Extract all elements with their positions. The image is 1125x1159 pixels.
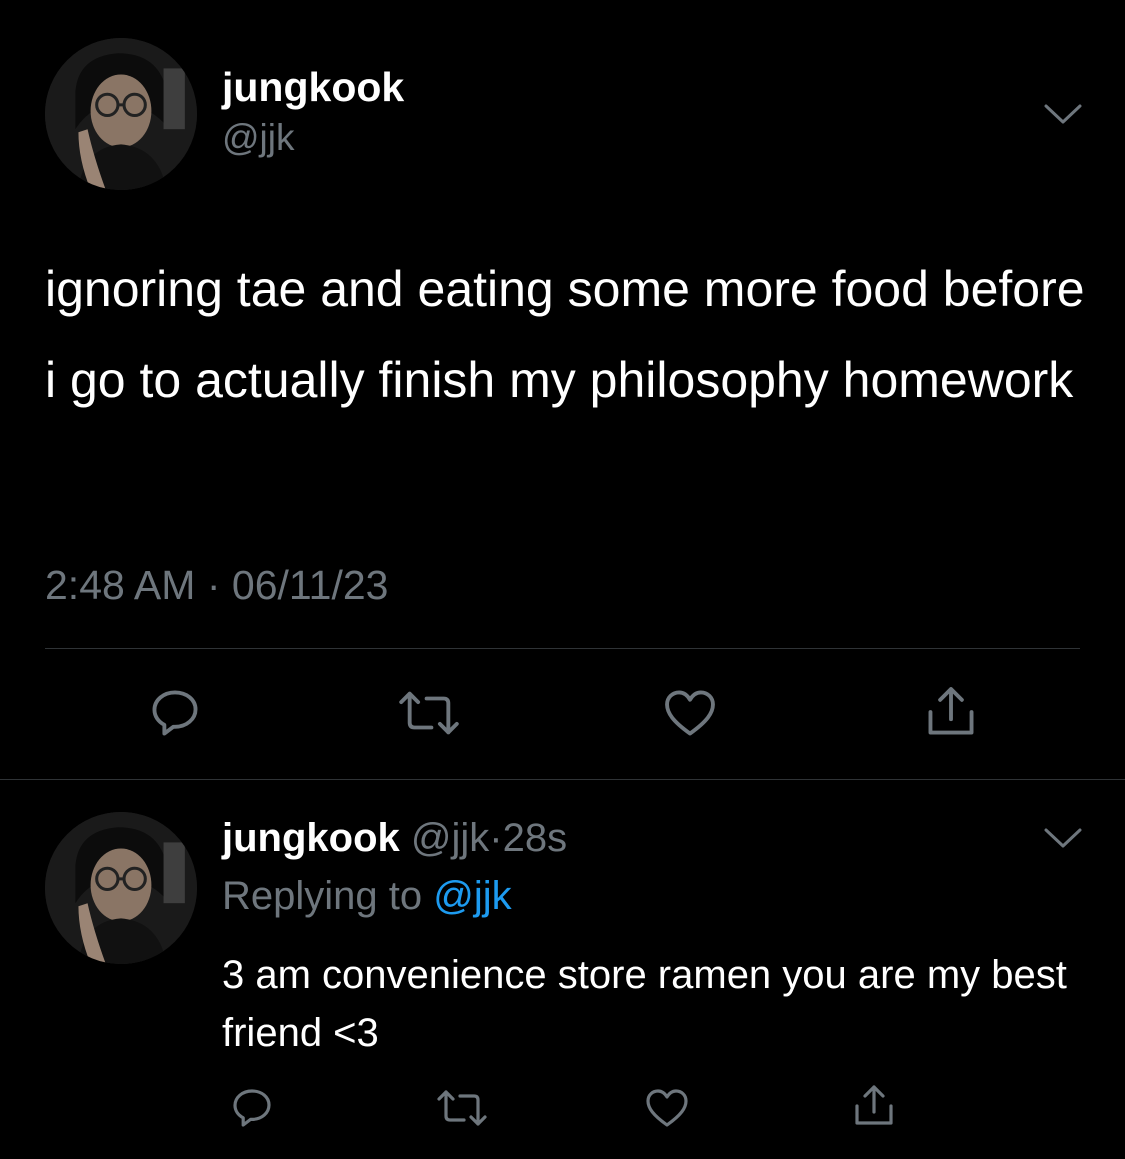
display-name[interactable]: jungkook — [222, 63, 404, 111]
reply-display-name[interactable]: jungkook — [222, 816, 400, 860]
reply-avatar[interactable] — [45, 812, 197, 964]
reply-text: 3 am convenience store ramen you are my … — [222, 953, 1067, 1055]
user-handle[interactable]: @jjk — [222, 116, 295, 160]
mention-link[interactable]: @jjk — [433, 874, 511, 918]
reply-icon[interactable] — [146, 684, 204, 742]
reply-user-handle[interactable]: @jjk — [411, 816, 489, 860]
replying-to: Replying to @jjk — [222, 872, 512, 920]
tweet-timestamp: 2:48 AM · 06/11/23 — [45, 560, 388, 610]
reply-icon[interactable] — [228, 1084, 276, 1132]
share-icon[interactable] — [922, 682, 980, 742]
divider — [45, 648, 1080, 649]
reply-age: 28s — [502, 816, 568, 860]
profile-photo — [45, 812, 197, 964]
reply-header: jungkook @jjk·28s — [222, 814, 567, 862]
like-icon[interactable] — [660, 684, 720, 742]
tweet-text: ignoring tae and eating some more food b… — [45, 261, 1085, 408]
meta-separator: · — [489, 816, 503, 860]
share-icon[interactable] — [850, 1080, 898, 1132]
retweet-icon[interactable] — [397, 684, 461, 742]
replying-to-label: Replying to — [222, 874, 423, 918]
tweet-date: 06/11/23 — [231, 562, 389, 608]
chevron-down-icon[interactable] — [1043, 826, 1083, 850]
chevron-down-icon[interactable] — [1043, 102, 1083, 126]
meta-separator: · — [206, 562, 221, 608]
profile-photo — [45, 38, 197, 190]
tweet-time: 2:48 AM — [45, 562, 196, 608]
retweet-icon[interactable] — [436, 1084, 488, 1132]
avatar[interactable] — [45, 38, 197, 190]
divider — [0, 779, 1125, 780]
like-icon[interactable] — [642, 1084, 692, 1132]
